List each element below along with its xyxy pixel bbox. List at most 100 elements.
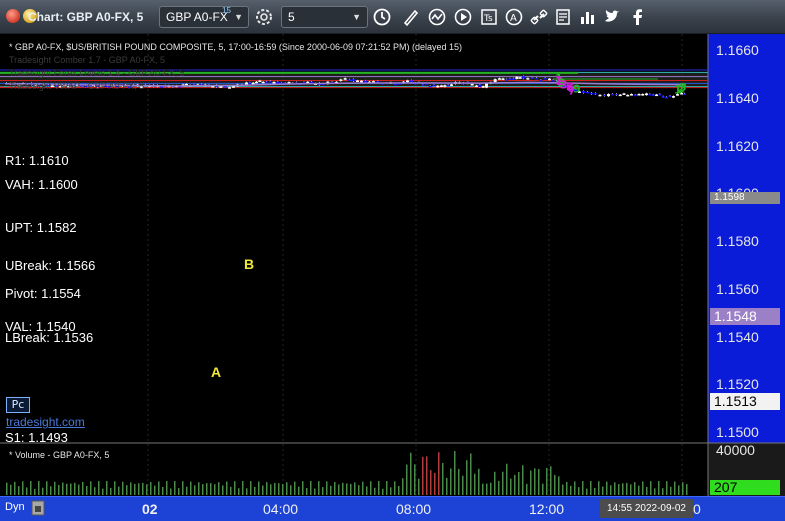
volume-bar	[70, 483, 72, 495]
volume-bar	[294, 481, 296, 495]
indicator-icon[interactable]	[427, 7, 447, 27]
volume-bar	[534, 468, 536, 495]
interval-select[interactable]: 5 ▼	[281, 6, 368, 28]
chart-icon[interactable]	[577, 7, 597, 27]
volume-bar	[42, 487, 44, 495]
volume-bar	[310, 481, 312, 495]
volume-bar	[358, 485, 360, 495]
text-icon[interactable]: Ts	[479, 7, 499, 27]
study-legend-comber: Tradesight Comber 1.7 - GBP A0-FX, 5	[9, 55, 166, 65]
candle-body	[255, 81, 258, 84]
candle-body	[343, 78, 347, 80]
volume-bar	[362, 481, 364, 495]
volume-bar	[114, 481, 116, 495]
volume-bar	[142, 482, 144, 495]
draw-icon[interactable]	[401, 7, 421, 27]
volume-bar	[10, 484, 12, 495]
volume-bar	[366, 486, 368, 495]
twitter-icon[interactable]	[602, 7, 622, 27]
volume-bar	[410, 452, 412, 495]
price-chart-canvas[interactable]: 112335679 321	[0, 34, 785, 496]
volume-bar	[190, 481, 192, 495]
volume-bar	[382, 488, 384, 495]
price-axis-label: 1.1520	[716, 376, 759, 392]
volume-bar	[398, 485, 400, 495]
candle-body	[505, 79, 508, 81]
alert-icon[interactable]: A	[504, 7, 524, 27]
clock-icon[interactable]	[372, 7, 392, 27]
dyn-mode-label[interactable]: Dyn	[5, 501, 25, 513]
volume-bar	[150, 482, 152, 495]
title-bar: Chart: GBP A0-FX, 5 GBP A0-FX 15 ▼ 5 ▼ T…	[0, 0, 785, 34]
volume-bar	[558, 476, 560, 495]
symbol-select[interactable]: GBP A0-FX 15 ▼	[159, 6, 249, 28]
candle-body	[598, 94, 602, 97]
volume-bar	[682, 482, 684, 495]
candle-body	[539, 79, 543, 82]
volume-bar	[286, 482, 288, 495]
tradesight-link[interactable]: tradesight.com	[6, 415, 85, 429]
volume-bar	[562, 484, 564, 495]
volume-bar	[262, 485, 264, 495]
volume-bar	[130, 482, 132, 495]
volume-bar	[554, 474, 556, 495]
price-axis-label: 1.1580	[716, 233, 759, 249]
volume-bar	[494, 471, 496, 495]
volume-bar	[598, 481, 600, 495]
price-axis-label: 1.1660	[716, 42, 759, 58]
volume-bar	[58, 484, 60, 495]
volume-bar	[370, 481, 372, 495]
volume-bar	[82, 481, 84, 495]
candle-body	[228, 87, 231, 89]
price-axis-label: 1.1560	[716, 281, 759, 297]
volume-bar	[98, 481, 100, 495]
candle-body	[641, 94, 645, 96]
candle-body	[615, 93, 618, 96]
candle-body	[428, 85, 432, 88]
volume-bar	[550, 466, 552, 495]
volume-bar	[514, 474, 516, 495]
candle-body	[436, 85, 440, 88]
volume-bar	[610, 485, 612, 495]
volume-bar	[662, 488, 664, 495]
volume-bar	[298, 486, 300, 495]
window-close-button[interactable]	[6, 9, 20, 23]
volume-bar	[466, 460, 468, 495]
candle-body	[637, 94, 641, 96]
candle-body	[268, 81, 272, 83]
volume-bar	[342, 482, 344, 495]
candle-body	[651, 94, 655, 97]
time-axis-bar[interactable]: Dyn 02 04:00 08:00 12:00 14:55 2022-09-0…	[0, 496, 785, 521]
news-icon[interactable]	[553, 7, 573, 27]
price-axis-label: 1.1540	[716, 329, 759, 345]
volume-bar	[518, 471, 520, 495]
volume-bar	[54, 481, 56, 495]
volume-bar	[414, 464, 416, 495]
settings-icon[interactable]	[252, 6, 276, 28]
volume-bar	[386, 481, 388, 495]
play-icon[interactable]	[453, 7, 473, 27]
price-axis-label: 1.1500	[716, 424, 759, 440]
pc-badge[interactable]: Pc	[6, 397, 30, 413]
volume-bar	[618, 483, 620, 495]
volume-bar	[570, 485, 572, 495]
link-icon[interactable]	[529, 7, 549, 27]
candle-body	[223, 86, 227, 88]
candle-body	[219, 86, 223, 88]
volume-bar	[166, 481, 168, 495]
candle-body	[607, 94, 610, 97]
volume-bar	[446, 477, 448, 495]
volume-bar	[34, 488, 36, 495]
price-chart[interactable]: 112335679321 * GBP A0-FX, $US/BRITISH PO…	[0, 34, 785, 496]
candle-body	[446, 84, 450, 87]
volume-bar	[510, 478, 512, 495]
lock-icon[interactable]	[31, 500, 45, 516]
candle-body	[475, 85, 478, 88]
volume-bar	[74, 482, 76, 495]
candle-body	[658, 93, 662, 96]
comber-count: 1	[674, 84, 682, 97]
volume-bar	[578, 487, 580, 495]
facebook-icon[interactable]	[628, 7, 648, 27]
volume-bar	[438, 452, 440, 495]
marker-a: A	[211, 364, 222, 380]
